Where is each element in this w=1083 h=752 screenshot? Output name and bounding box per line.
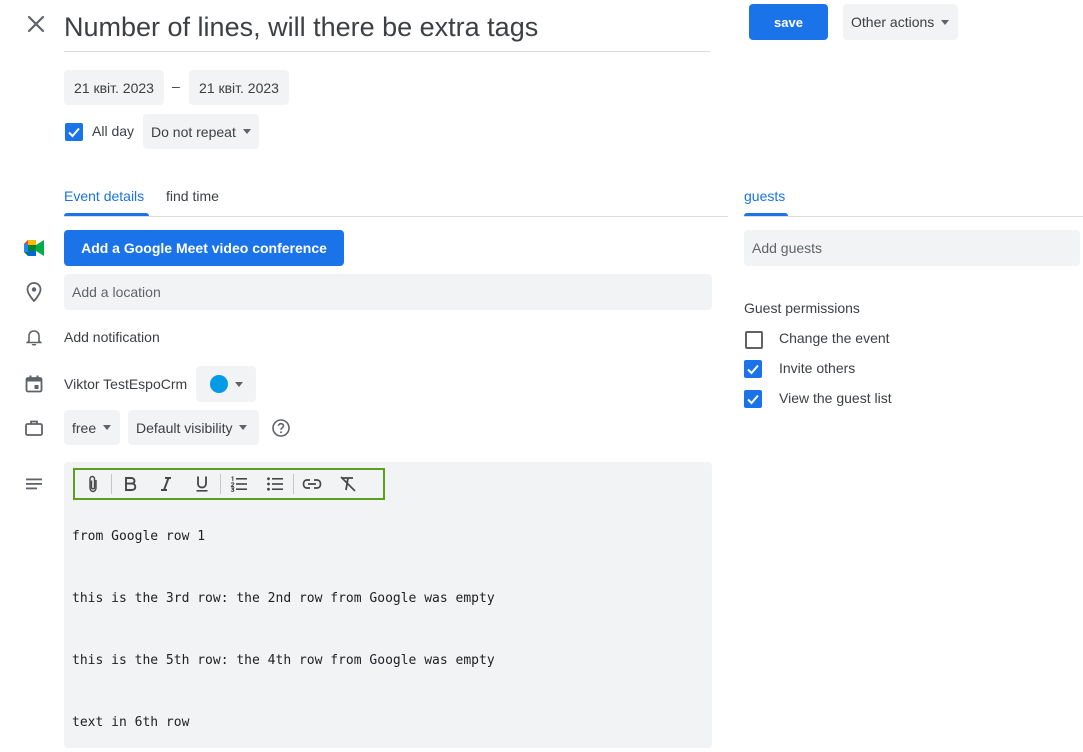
view-guest-list-label: View the guest list [779,390,892,406]
calendar-owner: Viktor TestEspoCrm [64,376,188,392]
view-guest-list-checkbox[interactable] [744,390,762,408]
guests-tabs-divider [744,216,1083,217]
add-notification-link[interactable]: Add notification [64,329,160,345]
numbered-list-button[interactable] [221,470,257,498]
repeat-dropdown[interactable]: Do not repeat [143,114,259,149]
guest-permissions-title: Guest permissions [744,300,860,316]
bold-button[interactable] [112,470,148,498]
add-meet-button[interactable]: Add a Google Meet video conference [64,230,344,266]
bell-icon [24,327,44,347]
other-actions-label: Other actions [851,14,935,30]
end-date-button[interactable]: 21 квіт. 2023 [189,70,289,105]
bulleted-list-button[interactable] [257,470,293,498]
italic-button[interactable] [148,470,184,498]
underline-icon [196,476,208,492]
tab-guests[interactable]: guests [744,186,785,206]
help-icon [272,419,290,437]
attach-button[interactable] [75,470,111,498]
clear-formatting-button[interactable] [330,470,366,498]
close-button[interactable] [22,10,50,38]
change-event-label: Change the event [779,330,890,346]
bold-icon [125,477,137,491]
all-day-checkbox[interactable] [65,123,83,141]
chevron-down-icon [242,129,251,134]
google-meet-icon [24,238,44,258]
event-title-field[interactable]: Number of lines, will there be extra tag… [64,6,710,52]
paperclip-icon [89,475,97,493]
visibility-dropdown[interactable]: Default visibility [128,410,259,445]
close-icon [27,15,45,33]
chevron-down-icon [941,19,950,25]
link-icon [302,479,322,489]
briefcase-icon [24,418,44,438]
calendar-icon [24,374,44,394]
checkmark-icon [747,364,759,375]
event-title: Number of lines, will there be extra tag… [64,12,539,42]
location-input[interactable] [64,274,712,310]
chevron-down-icon [239,425,248,430]
checkmark-icon [68,127,80,138]
invite-others-checkbox[interactable] [744,360,762,378]
tab-find-time[interactable]: find time [166,186,219,206]
visibility-label: Default visibility [136,419,233,436]
chevron-down-icon [103,425,112,430]
calendar-color-swatch [209,375,228,393]
date-separator: – [172,78,180,94]
tab-event-details[interactable]: Event details [64,186,144,206]
availability-label: free [72,419,97,436]
calendar-color-dropdown[interactable] [196,366,256,402]
all-day-label: All day [92,123,135,139]
bulleted-list-icon [267,477,283,491]
description-line: from Google row 1 [72,529,206,544]
start-date-button[interactable]: 21 квіт. 2023 [64,70,164,105]
description-icon [24,474,44,494]
invite-others-label: Invite others [779,360,856,376]
location-pin-icon [24,282,44,302]
numbered-list-icon [230,476,247,492]
underline-button[interactable] [184,470,220,498]
repeat-label: Do not repeat [151,123,236,140]
clear-formatting-icon [340,476,356,492]
description-line: this is the 5th row: the 4th row from Go… [72,653,495,668]
insert-link-button[interactable] [294,470,330,498]
description-line: text in 6th row [72,715,190,730]
chevron-down-icon [234,381,243,387]
formatting-toolbar [73,468,385,500]
other-actions-button[interactable]: Other actions [843,4,958,40]
availability-dropdown[interactable]: free [64,410,120,445]
description-line: this is the 3rd row: the 2nd row from Go… [72,591,495,606]
checkmark-icon [747,394,759,405]
help-button[interactable] [270,417,292,439]
italic-icon [161,477,171,491]
change-event-checkbox[interactable] [745,331,763,349]
save-button[interactable]: save [749,4,828,40]
add-guests-input[interactable] [744,230,1080,266]
tabs-divider [64,216,728,217]
